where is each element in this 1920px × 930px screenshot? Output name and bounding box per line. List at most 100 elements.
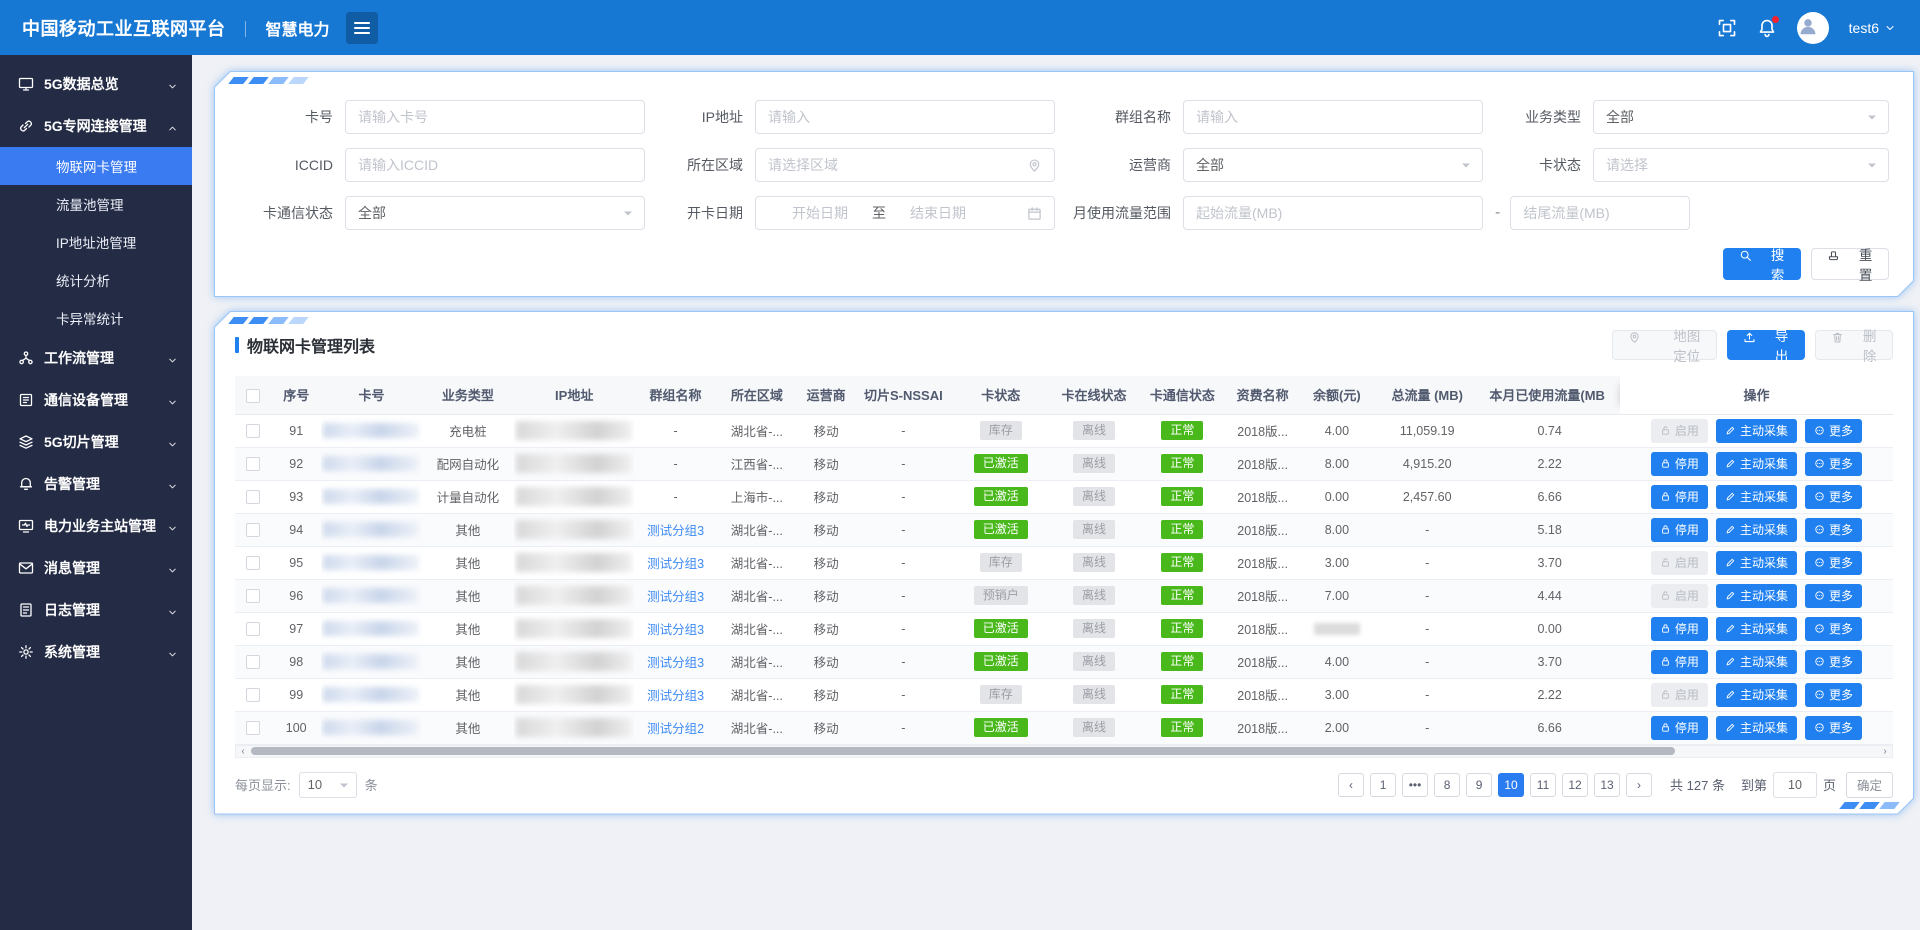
collect-button[interactable]: 主动采集 bbox=[1716, 716, 1797, 740]
page-button-10[interactable]: 10 bbox=[1498, 773, 1524, 797]
group-link[interactable]: 测试分组3 bbox=[647, 623, 704, 637]
notification-bell-icon[interactable] bbox=[1757, 18, 1777, 38]
business-type-select[interactable]: 全部 bbox=[1593, 100, 1889, 134]
user-avatar[interactable] bbox=[1797, 12, 1829, 44]
row-checkbox[interactable] bbox=[246, 721, 260, 735]
group-name-input[interactable] bbox=[1196, 109, 1470, 125]
disable-button[interactable]: 停用 bbox=[1651, 485, 1708, 509]
search-button[interactable]: 搜索 bbox=[1723, 248, 1801, 280]
row-checkbox[interactable] bbox=[246, 622, 260, 636]
select-all-checkbox[interactable] bbox=[246, 389, 260, 403]
row-checkbox[interactable] bbox=[246, 589, 260, 603]
collect-button[interactable]: 主动采集 bbox=[1716, 452, 1797, 476]
sidebar-subitem[interactable]: IP地址池管理 bbox=[0, 223, 192, 261]
sidebar-subitem[interactable]: 物联网卡管理 bbox=[0, 147, 192, 185]
enable-button[interactable]: 启用 bbox=[1651, 551, 1708, 575]
sidebar-item-gear[interactable]: 系统管理 bbox=[0, 631, 192, 673]
more-button[interactable]: 更多 bbox=[1805, 650, 1862, 674]
menu-collapse-button[interactable] bbox=[346, 12, 378, 44]
row-checkbox[interactable] bbox=[246, 457, 260, 471]
region-select[interactable]: 请选择区域 bbox=[755, 148, 1055, 182]
flow-end-input[interactable] bbox=[1523, 205, 1677, 221]
user-menu[interactable]: test6 bbox=[1849, 20, 1896, 36]
group-link[interactable]: 测试分组2 bbox=[647, 722, 704, 736]
more-button[interactable]: 更多 bbox=[1805, 551, 1862, 575]
collect-button[interactable]: 主动采集 bbox=[1716, 551, 1797, 575]
more-button[interactable]: 更多 bbox=[1805, 617, 1862, 641]
page-button-13[interactable]: 13 bbox=[1594, 773, 1620, 797]
more-button[interactable]: 更多 bbox=[1805, 716, 1862, 740]
more-button[interactable]: 更多 bbox=[1805, 683, 1862, 707]
scroll-left-arrow[interactable]: ‹ bbox=[236, 746, 250, 757]
row-checkbox[interactable] bbox=[246, 556, 260, 570]
sidebar-item-layers[interactable]: 5G切片管理 bbox=[0, 421, 192, 463]
row-checkbox[interactable] bbox=[246, 424, 260, 438]
confirm-jump-button[interactable]: 确定 bbox=[1846, 772, 1893, 798]
sidebar-item-device[interactable]: 通信设备管理 bbox=[0, 379, 192, 421]
prev-page-button[interactable]: ‹ bbox=[1338, 773, 1364, 797]
row-checkbox[interactable] bbox=[246, 688, 260, 702]
sidebar-subitem[interactable]: 卡异常统计 bbox=[0, 299, 192, 337]
group-link[interactable]: 测试分组3 bbox=[647, 590, 704, 604]
comm-status-select[interactable]: 全部 bbox=[345, 196, 645, 230]
flow-start-input[interactable] bbox=[1196, 205, 1470, 221]
collect-button[interactable]: 主动采集 bbox=[1716, 617, 1797, 641]
ip-input[interactable] bbox=[768, 109, 1042, 125]
start-date-input[interactable] bbox=[768, 205, 872, 221]
export-button[interactable]: 导出 bbox=[1727, 330, 1805, 360]
jump-page-input[interactable] bbox=[1773, 772, 1817, 798]
disable-button[interactable]: 停用 bbox=[1651, 452, 1708, 476]
page-button-8[interactable]: 8 bbox=[1434, 773, 1460, 797]
delete-button[interactable]: 删除 bbox=[1815, 330, 1893, 360]
page-button-12[interactable]: 12 bbox=[1562, 773, 1588, 797]
per-page-select[interactable]: 10 bbox=[299, 772, 357, 798]
enable-button[interactable]: 启用 bbox=[1651, 419, 1708, 443]
enable-button[interactable]: 启用 bbox=[1651, 683, 1708, 707]
group-link[interactable]: 测试分组3 bbox=[647, 557, 704, 571]
disable-button[interactable]: 停用 bbox=[1651, 650, 1708, 674]
scrollbar-thumb[interactable] bbox=[251, 747, 1675, 755]
collect-button[interactable]: 主动采集 bbox=[1716, 584, 1797, 608]
map-locate-button[interactable]: 地图定位 bbox=[1612, 330, 1717, 360]
page-button-11[interactable]: 11 bbox=[1530, 773, 1556, 797]
sidebar-item-workflow[interactable]: 工作流管理 bbox=[0, 337, 192, 379]
sidebar-item-monitor[interactable]: 电力业务主站管理 bbox=[0, 505, 192, 547]
more-button[interactable]: 更多 bbox=[1805, 452, 1862, 476]
carrier-select[interactable]: 全部 bbox=[1183, 148, 1483, 182]
open-date-range-picker[interactable]: 至 bbox=[755, 196, 1055, 230]
disable-button[interactable]: 停用 bbox=[1651, 518, 1708, 542]
sidebar-item-dashboard[interactable]: 5G数据总览 bbox=[0, 63, 192, 105]
card-status-select[interactable]: 请选择 bbox=[1593, 148, 1889, 182]
more-button[interactable]: 更多 bbox=[1805, 518, 1862, 542]
sidebar-item-mail[interactable]: 消息管理 bbox=[0, 547, 192, 589]
more-button[interactable]: 更多 bbox=[1805, 584, 1862, 608]
more-button[interactable]: 更多 bbox=[1805, 485, 1862, 509]
row-checkbox[interactable] bbox=[246, 490, 260, 504]
collect-button[interactable]: 主动采集 bbox=[1716, 683, 1797, 707]
sidebar-item-log[interactable]: 日志管理 bbox=[0, 589, 192, 631]
next-page-button[interactable]: › bbox=[1626, 773, 1652, 797]
sidebar-item-link[interactable]: 5G专网连接管理 bbox=[0, 105, 192, 147]
collect-button[interactable]: 主动采集 bbox=[1716, 485, 1797, 509]
page-button-9[interactable]: 9 bbox=[1466, 773, 1492, 797]
enable-button[interactable]: 启用 bbox=[1651, 584, 1708, 608]
card-number-input[interactable] bbox=[358, 109, 632, 125]
group-link[interactable]: 测试分组3 bbox=[647, 524, 704, 538]
reset-button[interactable]: 重置 bbox=[1811, 248, 1889, 280]
end-date-input[interactable] bbox=[886, 205, 990, 221]
page-button-1[interactable]: 1 bbox=[1370, 773, 1396, 797]
group-link[interactable]: 测试分组3 bbox=[647, 689, 704, 703]
disable-button[interactable]: 停用 bbox=[1651, 716, 1708, 740]
sidebar-subitem[interactable]: 统计分析 bbox=[0, 261, 192, 299]
fullscreen-icon[interactable] bbox=[1717, 18, 1737, 38]
row-checkbox[interactable] bbox=[246, 655, 260, 669]
scroll-right-arrow[interactable]: › bbox=[1878, 746, 1892, 757]
row-checkbox[interactable] bbox=[246, 523, 260, 537]
collect-button[interactable]: 主动采集 bbox=[1716, 518, 1797, 542]
page-ellipsis[interactable]: ••• bbox=[1402, 773, 1428, 797]
sidebar-subitem[interactable]: 流量池管理 bbox=[0, 185, 192, 223]
disable-button[interactable]: 停用 bbox=[1651, 617, 1708, 641]
horizontal-scrollbar[interactable]: ‹ › bbox=[235, 745, 1893, 758]
group-link[interactable]: 测试分组3 bbox=[647, 656, 704, 670]
sidebar-item-alarm[interactable]: 告警管理 bbox=[0, 463, 192, 505]
